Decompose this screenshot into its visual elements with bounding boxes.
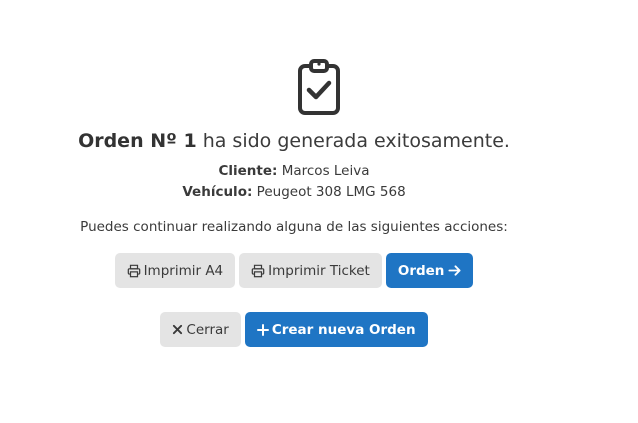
print-ticket-button[interactable]: Imprimir Ticket bbox=[239, 253, 382, 288]
new-order-label: Crear nueva Orden bbox=[271, 321, 416, 338]
printer-icon bbox=[127, 264, 140, 277]
x-icon bbox=[173, 324, 183, 335]
secondary-actions: Cerrar Crear nueva Orden bbox=[160, 312, 428, 347]
client-label: Cliente: bbox=[218, 163, 278, 179]
print-ticket-label: Imprimir Ticket bbox=[268, 262, 370, 279]
vehicle-label: Vehículo: bbox=[182, 184, 253, 200]
order-success-panel: Orden Nº 1 ha sido generada exitosamente… bbox=[0, 0, 638, 423]
client-line: Cliente: Marcos Leiva bbox=[182, 161, 405, 182]
close-button[interactable]: Cerrar bbox=[160, 312, 241, 347]
order-details: Cliente: Marcos Leiva Vehículo: Peugeot … bbox=[182, 161, 405, 203]
vehicle-line: Vehículo: Peugeot 308 LMG 568 bbox=[182, 182, 405, 203]
order-number: Orden Nº 1 bbox=[78, 130, 197, 152]
clipboard-check-icon bbox=[297, 58, 341, 116]
print-a4-label: Imprimir A4 bbox=[143, 262, 224, 279]
new-order-button[interactable]: Crear nueva Orden bbox=[244, 312, 428, 347]
actions-hint: Puedes continuar realizando alguna de la… bbox=[80, 219, 508, 235]
client-value: Marcos Leiva bbox=[277, 163, 370, 179]
printer-icon bbox=[251, 264, 265, 277]
print-actions: Imprimir A4 Imprimir Ticket Orden bbox=[114, 253, 474, 288]
success-title: Orden Nº 1 ha sido generada exitosamente… bbox=[78, 130, 510, 152]
order-label: Orden bbox=[397, 262, 445, 279]
vehicle-value: Peugeot 308 LMG 568 bbox=[252, 184, 406, 200]
plus-icon bbox=[256, 323, 269, 336]
order-button[interactable]: Orden bbox=[385, 253, 474, 288]
close-label: Cerrar bbox=[186, 321, 229, 338]
success-message: ha sido generada exitosamente. bbox=[196, 130, 510, 152]
print-a4-button[interactable]: Imprimir A4 bbox=[114, 253, 236, 288]
arrow-right-icon bbox=[448, 265, 461, 276]
